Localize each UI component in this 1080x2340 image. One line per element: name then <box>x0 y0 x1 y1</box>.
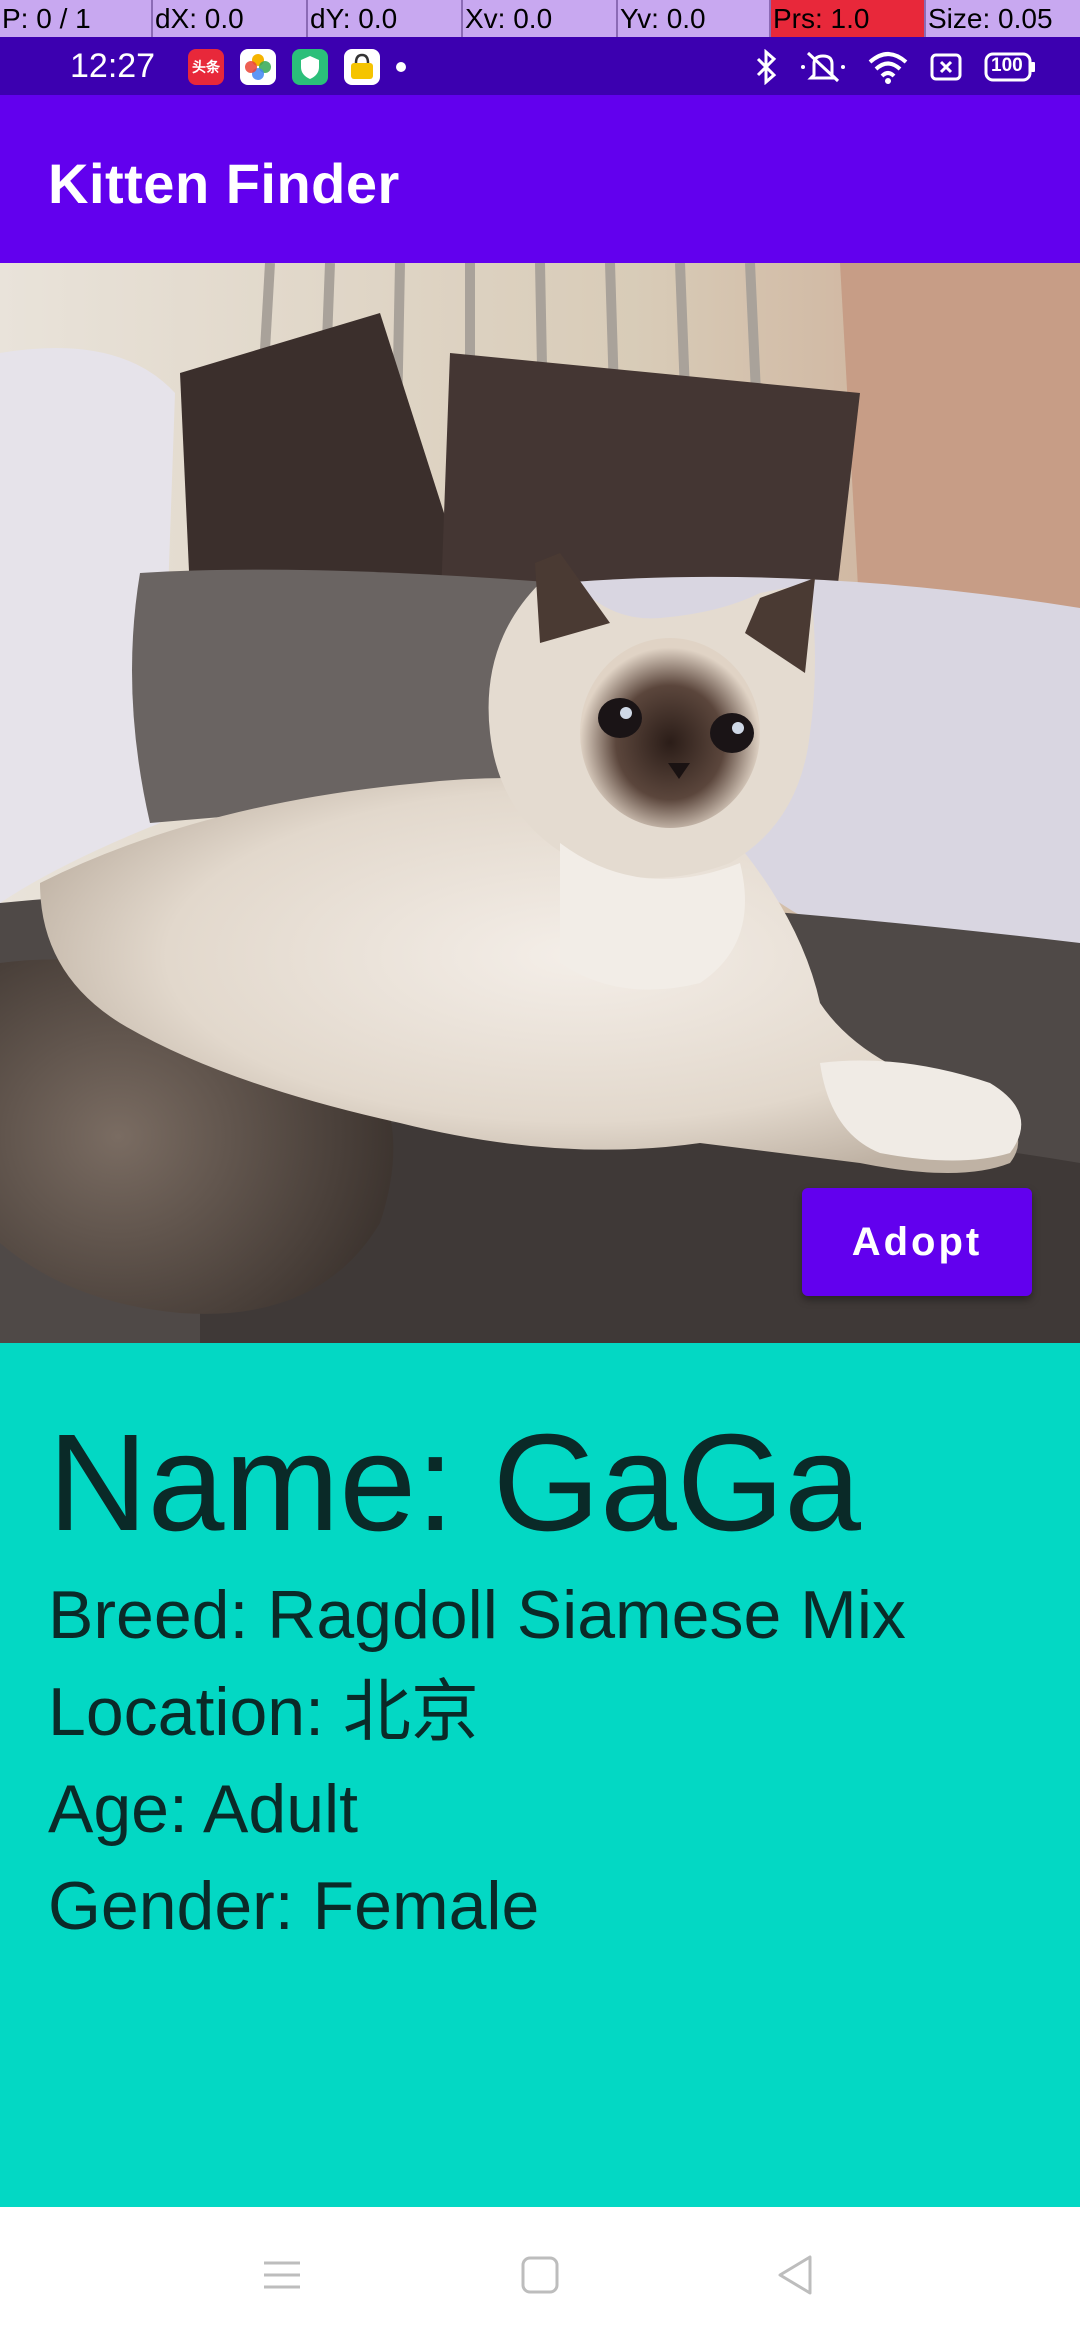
adopt-button[interactable]: Adopt <box>802 1188 1032 1296</box>
cat-illustration <box>0 263 1080 1343</box>
store-app-icon <box>344 49 380 85</box>
cat-info-panel: Name: GaGa Breed: Ragdoll Siamese Mix Lo… <box>0 1343 1080 2207</box>
more-notifications-dot <box>396 62 406 72</box>
photos-app-icon <box>240 49 276 85</box>
pointer-count: P: 0 / 1 <box>0 0 153 37</box>
security-app-icon <box>292 49 328 85</box>
sim-card-icon <box>930 47 962 87</box>
app-bar: Kitten Finder <box>0 95 1080 263</box>
pressure: Prs: 1.0 <box>771 0 926 37</box>
cat-name: Name: GaGa <box>48 1406 861 1560</box>
battery-icon: 100 <box>984 47 1036 87</box>
home-icon[interactable] <box>510 2245 570 2305</box>
cat-photo <box>0 263 1080 1343</box>
system-icons: 100 <box>754 47 1036 87</box>
pointer-debug-bar: P: 0 / 1 dX: 0.0 dY: 0.0 Xv: 0.0 Yv: 0.0… <box>0 0 1080 37</box>
velocity-y: Yv: 0.0 <box>618 0 771 37</box>
wifi-icon <box>868 47 908 87</box>
back-icon[interactable] <box>766 2245 826 2305</box>
cat-age: Age: Adult <box>48 1771 359 1847</box>
battery-level: 100 <box>991 55 1023 76</box>
notification-icons: 头条 <box>188 49 406 85</box>
delta-x: dX: 0.0 <box>153 0 308 37</box>
velocity-x: Xv: 0.0 <box>463 0 618 37</box>
clock: 12:27 <box>70 47 156 85</box>
cat-breed: Breed: Ragdoll Siamese Mix <box>48 1577 906 1653</box>
cat-gender: Gender: Female <box>48 1868 540 1944</box>
status-bar: 12:27 头条 100 <box>0 37 1080 95</box>
mute-icon <box>800 47 846 87</box>
bluetooth-icon <box>754 47 778 87</box>
app-title: Kitten Finder <box>48 152 400 215</box>
delta-y: dY: 0.0 <box>308 0 463 37</box>
menu-icon[interactable] <box>252 2245 312 2305</box>
navigation-bar <box>0 2207 1080 2340</box>
cat-location: Location: 北京 <box>48 1674 479 1750</box>
toutiao-app-icon: 头条 <box>188 49 224 85</box>
touch-size: Size: 0.05 <box>928 3 1053 34</box>
